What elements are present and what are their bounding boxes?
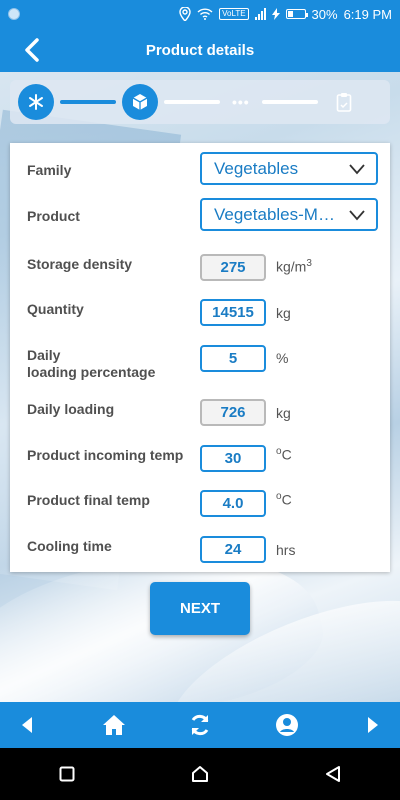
triangle-back-icon <box>326 766 341 782</box>
step-connector-complete <box>60 100 116 104</box>
house-outline-icon <box>191 766 208 782</box>
refresh-button[interactable] <box>185 710 215 740</box>
storage-density-unit: kg/m3 <box>276 258 312 275</box>
battery-percent: 30% <box>311 6 338 22</box>
cooling-time-unit: hrs <box>276 542 296 558</box>
incoming-temp-label: Product incoming temp <box>27 447 184 463</box>
final-temp-unit: oC <box>276 491 292 508</box>
location-icon <box>179 7 191 21</box>
user-icon <box>275 714 298 736</box>
product-value: Vegetables-Mean... <box>214 204 344 224</box>
product-select[interactable]: Vegetables-Mean... <box>200 198 378 231</box>
daily-loading-unit: kg <box>276 405 291 421</box>
signal-icon <box>254 8 266 20</box>
daily-loading-percentage-label: Daily loading percentage <box>27 347 156 380</box>
incoming-temp-unit: oC <box>276 446 292 463</box>
chevron-down-icon <box>349 209 365 220</box>
system-home-button[interactable] <box>180 754 220 794</box>
step-connector <box>164 100 220 104</box>
product-details-form: Family Vegetables Product Vegetables-Mea… <box>10 143 390 572</box>
clock: 6:19 PM <box>343 6 392 22</box>
home-button[interactable] <box>99 710 129 740</box>
system-navigation-bar <box>0 748 400 800</box>
back-arrow-icon <box>25 38 39 62</box>
battery-icon <box>285 9 308 19</box>
daily-loading-percentage-unit: % <box>276 350 289 366</box>
progress-stepper: ••• <box>10 80 390 124</box>
step-connector <box>261 100 318 104</box>
product-label: Product <box>27 208 80 224</box>
bottom-toolbar <box>0 702 400 748</box>
storage-density-label: Storage density <box>27 256 133 272</box>
snowflake-icon <box>29 94 43 110</box>
cooling-time-input[interactable]: 24 <box>200 536 266 563</box>
storage-density-field: 275 <box>200 254 266 281</box>
volte-badge: VoLTE <box>219 8 249 20</box>
previous-button[interactable] <box>12 710 42 740</box>
square-icon <box>59 766 75 782</box>
refresh-icon <box>191 714 209 736</box>
forward-button[interactable] <box>358 710 388 740</box>
daily-loading-label: Daily loading <box>27 401 115 417</box>
step-2-current[interactable] <box>122 84 158 120</box>
notification-dot-icon <box>8 8 20 20</box>
final-temp-label: Product final temp <box>27 492 150 508</box>
page-title: Product details <box>145 41 255 59</box>
clipboard-icon <box>336 93 352 112</box>
quantity-unit: kg <box>276 305 291 321</box>
family-select[interactable]: Vegetables <box>200 152 378 185</box>
daily-loading-field: 726 <box>200 399 266 426</box>
quantity-label: Quantity <box>27 301 84 317</box>
step-1[interactable] <box>18 84 54 120</box>
back-button[interactable] <box>14 34 50 66</box>
quantity-input[interactable]: 14515 <box>200 299 266 326</box>
home-icon <box>102 715 125 735</box>
final-temp-input[interactable]: 4.0 <box>200 490 266 517</box>
arrow-left-icon <box>22 717 32 733</box>
charging-icon <box>271 8 280 20</box>
next-button[interactable]: NEXT <box>150 582 250 635</box>
daily-loading-percentage-input[interactable]: 5 <box>200 345 266 372</box>
profile-button[interactable] <box>272 710 302 740</box>
incoming-temp-input[interactable]: 30 <box>200 445 266 472</box>
family-label: Family <box>27 162 72 178</box>
cooling-time-label: Cooling time <box>27 538 112 554</box>
cube-icon <box>132 94 148 110</box>
app-header: Product details <box>0 28 400 72</box>
wifi-icon <box>197 8 213 20</box>
step-ellipsis: ••• <box>232 94 250 110</box>
family-value: Vegetables <box>214 158 299 178</box>
arrow-right-icon <box>368 717 378 733</box>
recent-apps-button[interactable] <box>47 754 87 794</box>
chevron-down-icon <box>349 163 365 174</box>
system-back-button[interactable] <box>313 754 353 794</box>
status-bar: VoLTE 30% 6:19 PM <box>0 0 400 28</box>
step-final[interactable] <box>334 92 354 112</box>
